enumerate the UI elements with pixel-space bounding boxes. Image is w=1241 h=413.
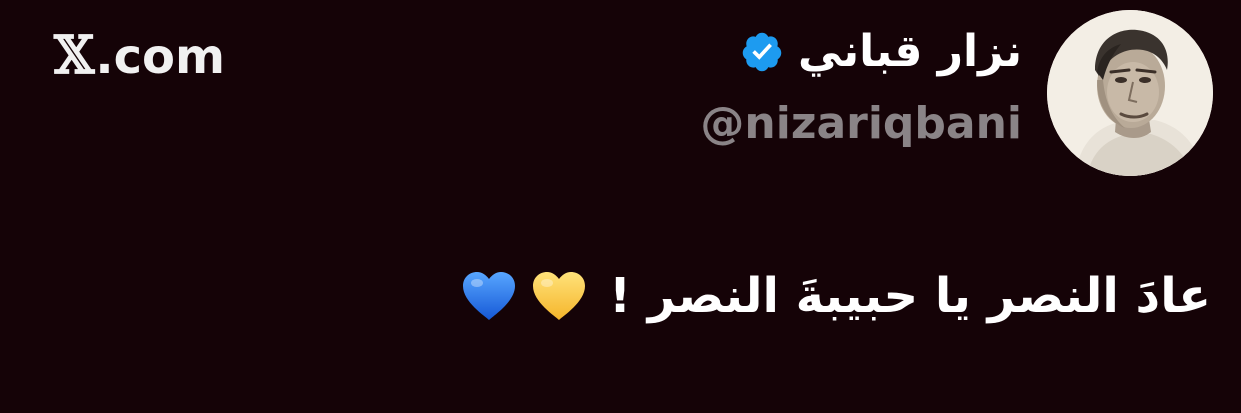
tweet-content: عادَ النصر يا حبيبةَ النصر ! bbox=[461, 270, 1211, 322]
blue-heart-icon bbox=[463, 272, 516, 320]
brand-domain-text: .com bbox=[95, 29, 226, 85]
author-display-name[interactable]: نزار قباني bbox=[798, 30, 1022, 74]
x-logo-icon: 𝕏 bbox=[54, 25, 94, 86]
yellow-heart-icon bbox=[533, 272, 586, 320]
author-avatar[interactable] bbox=[1047, 10, 1213, 176]
emoji-group bbox=[461, 270, 587, 322]
profile-photo-icon bbox=[1047, 10, 1213, 176]
tweet-card: 𝕏 .com نزار قباني @nizariqbani عادَ النص… bbox=[0, 0, 1241, 413]
author-handle[interactable]: @nizariqbani bbox=[700, 102, 1022, 146]
x-brand-logo[interactable]: 𝕏 .com bbox=[54, 30, 225, 82]
tweet-text: عادَ النصر يا حبيبةَ النصر ! bbox=[609, 268, 1211, 324]
author-name-row: نزار قباني bbox=[740, 30, 1022, 74]
verified-badge-icon bbox=[742, 32, 782, 72]
